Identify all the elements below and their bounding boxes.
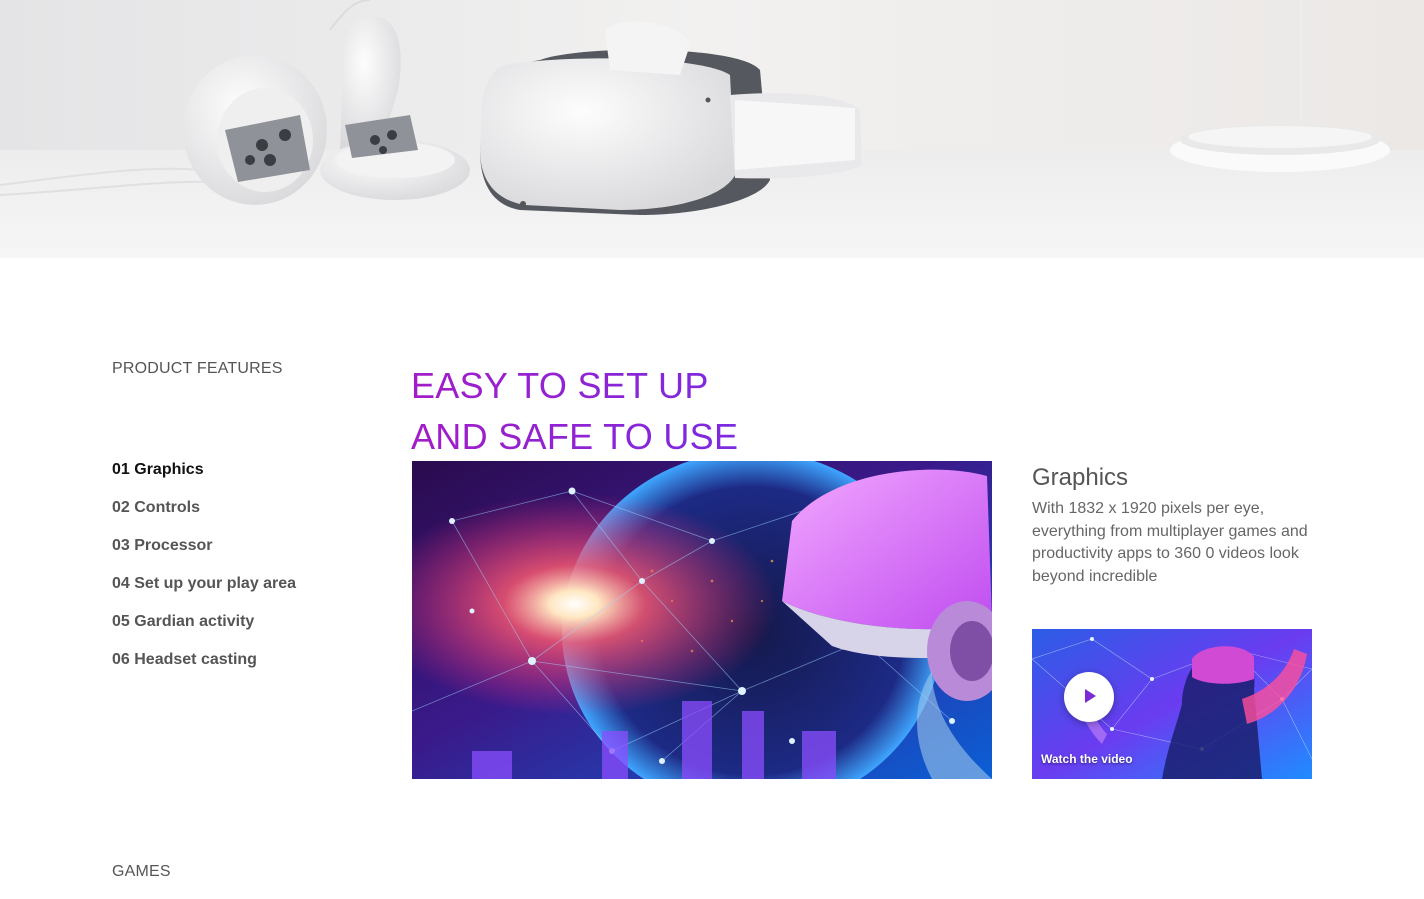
video-thumbnail[interactable]: Watch the video <box>1032 629 1312 779</box>
feature-nav-item-graphics[interactable]: 01 Graphics <box>112 460 296 498</box>
feature-nav-item-processor[interactable]: 03 Processor <box>112 536 296 574</box>
games-section-label: GAMES <box>112 863 171 880</box>
feature-nav-item-controls[interactable]: 02 Controls <box>112 498 296 536</box>
feature-nav: 01 Graphics 02 Controls 03 Processor 04 … <box>112 460 296 688</box>
feature-title: Graphics <box>1032 464 1129 491</box>
feature-description: With 1832 x 1920 pixels per eye, everyth… <box>1032 500 1308 585</box>
watch-video-label: Watch the video <box>1041 752 1133 766</box>
hero-image <box>0 0 1424 258</box>
product-features-label: PRODUCT FEATURES <box>112 360 283 377</box>
feature-nav-item-headset-casting[interactable]: 06 Headset casting <box>112 650 296 688</box>
feature-image <box>412 461 992 779</box>
main-headline: EASY TO SET UP AND SAFE TO USE <box>411 360 738 462</box>
headline-line-2: AND SAFE TO USE <box>411 416 739 457</box>
play-button[interactable] <box>1064 672 1114 722</box>
feature-nav-item-play-area[interactable]: 04 Set up your play area <box>112 574 296 612</box>
feature-nav-item-gardian-activity[interactable]: 05 Gardian activity <box>112 612 296 650</box>
play-icon <box>1085 689 1096 703</box>
headline-line-1: EASY TO SET UP <box>411 365 709 406</box>
